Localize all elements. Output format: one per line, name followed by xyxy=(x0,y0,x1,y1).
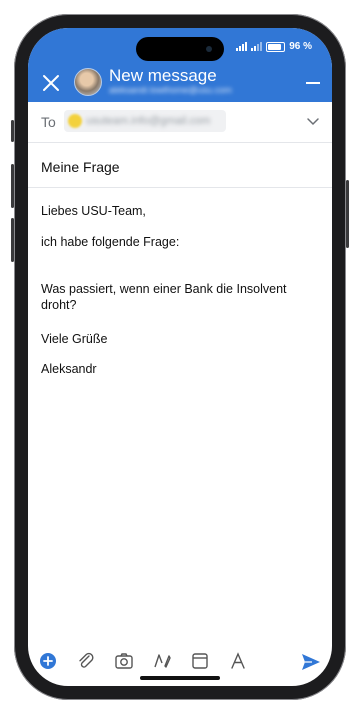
camera-icon[interactable] xyxy=(114,651,134,671)
avatar[interactable] xyxy=(74,68,102,96)
body-greeting: Liebes USU-Team, xyxy=(41,204,146,218)
cellular-signal-icon xyxy=(236,42,248,51)
subject-field[interactable]: Meine Frage xyxy=(28,143,332,188)
mute-switch xyxy=(11,120,14,142)
calendar-icon[interactable] xyxy=(190,651,210,671)
add-icon[interactable] xyxy=(38,651,58,671)
attach-icon[interactable] xyxy=(76,651,96,671)
format-text-icon[interactable] xyxy=(228,651,248,671)
subject-text[interactable]: Meine Frage xyxy=(41,159,120,175)
sender-address[interactable]: aleksandr.lowthome@usu.com xyxy=(109,85,232,95)
minimize-button[interactable] xyxy=(306,82,320,84)
send-icon[interactable] xyxy=(300,651,322,673)
screen: 96 % New message aleksandr.lowthome@usu.… xyxy=(28,28,332,686)
volume-down-button xyxy=(11,218,14,262)
wifi-signal-icon xyxy=(251,42,263,51)
body-question: Was passiert, wenn einer Bank die Insolv… xyxy=(41,282,287,312)
body-intro: ich habe folgende Frage: xyxy=(41,235,180,249)
compose-header: 96 % New message aleksandr.lowthome@usu.… xyxy=(28,28,332,102)
chevron-down-icon[interactable] xyxy=(306,114,320,128)
draw-icon[interactable] xyxy=(152,651,172,671)
to-field[interactable]: To usuteam.info@gmail.com xyxy=(28,102,332,143)
battery-icon xyxy=(266,41,286,52)
recipient-chip[interactable]: usuteam.info@gmail.com xyxy=(64,110,226,132)
dynamic-island xyxy=(136,37,224,61)
to-label: To xyxy=(41,114,56,130)
home-indicator[interactable] xyxy=(140,676,220,680)
body-closing: Viele Grüße xyxy=(41,332,108,346)
recipient-address: usuteam.info@gmail.com xyxy=(86,115,211,127)
page-title: New message xyxy=(109,66,217,85)
battery-percentage: 96 % xyxy=(289,41,312,52)
recipient-avatar xyxy=(68,114,82,128)
volume-up-button xyxy=(11,164,14,208)
power-button xyxy=(346,180,349,248)
body-signature: Aleksandr xyxy=(41,362,97,376)
close-icon[interactable] xyxy=(42,74,60,92)
status-bar: 96 % xyxy=(236,41,312,52)
